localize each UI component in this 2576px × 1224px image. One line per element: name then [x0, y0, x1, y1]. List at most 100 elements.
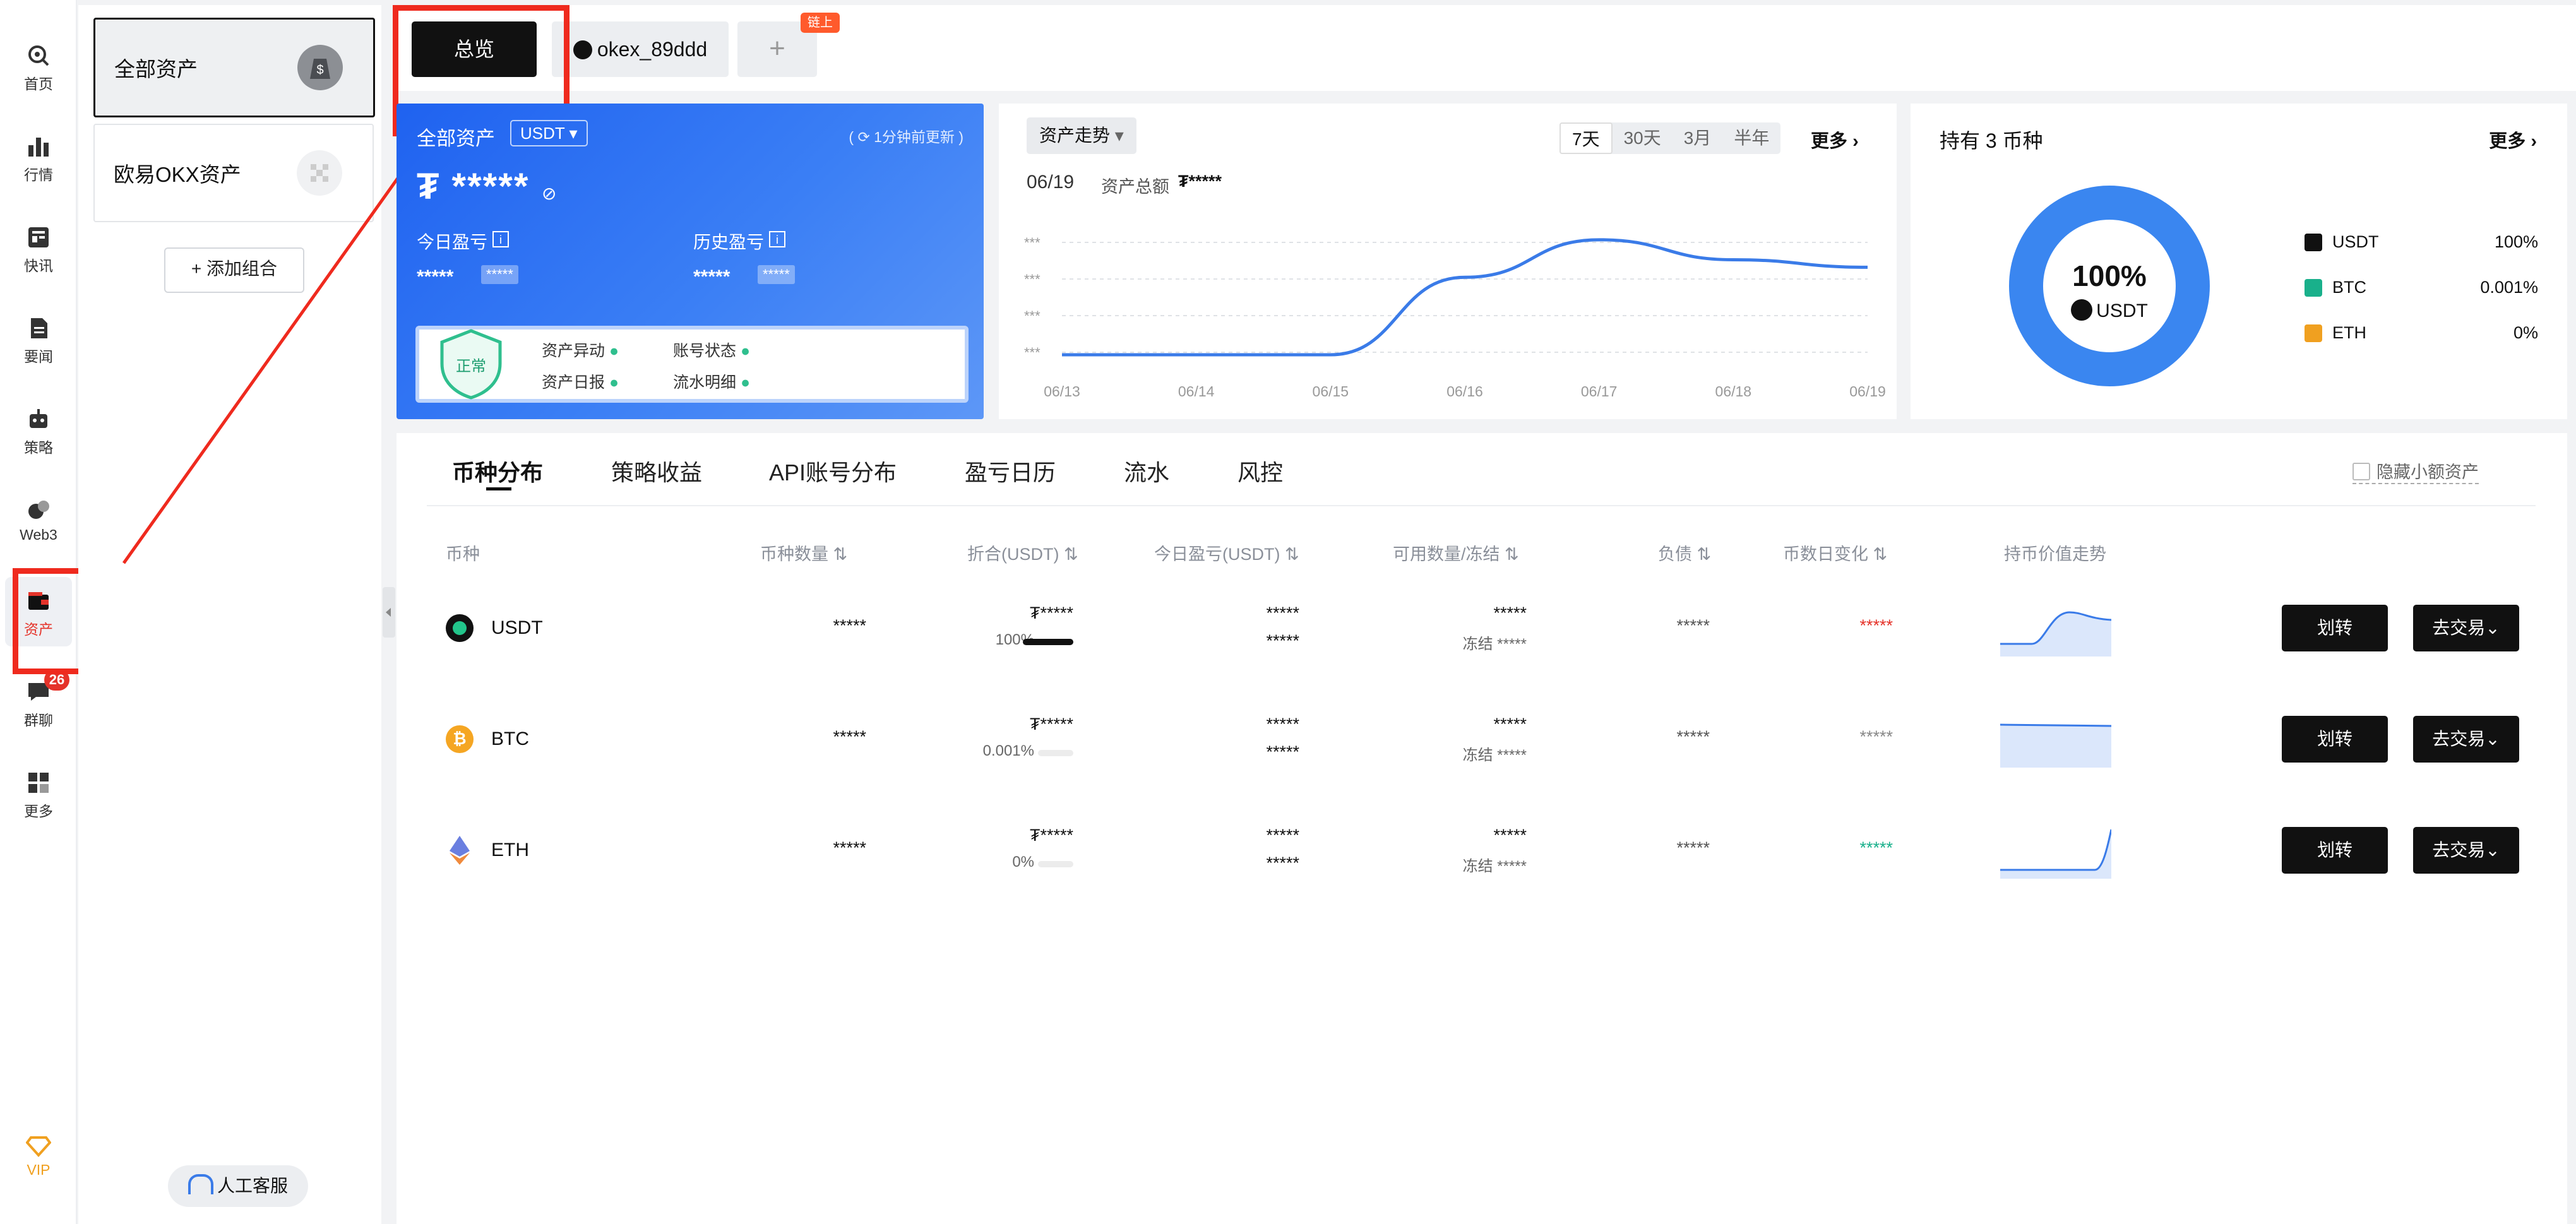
grid-icon: [28, 773, 49, 793]
legend-pct: 0.001%: [2480, 278, 2538, 297]
status-text: 正常: [456, 358, 486, 375]
today-pnl: *****: [1266, 603, 1299, 622]
add-portfolio-button[interactable]: + 添加组合: [164, 247, 304, 293]
nav-flash[interactable]: 快讯: [5, 213, 72, 283]
tab-account[interactable]: okex_89ddd: [552, 21, 729, 77]
tab-api-distribution[interactable]: API账号分布: [769, 455, 897, 487]
money-bag-icon: $: [297, 45, 343, 90]
nav-vip[interactable]: VIP: [5, 1121, 72, 1191]
usdt-coin-icon: [446, 614, 474, 642]
table-row: ₿ BTC ***** ₮***** 0.001% ***** ***** **…: [397, 698, 2567, 780]
asset-trend-card: 资产走势 ▾ 7天 30天 3月 半年 更多 › 06/19 资产总额 ₮***…: [999, 104, 1897, 419]
nav-web3[interactable]: Web3: [5, 486, 72, 556]
tab-strategy-profit[interactable]: 策略收益: [611, 455, 702, 487]
nav-more[interactable]: 更多: [5, 759, 72, 828]
x-tick-label: 06/13: [1044, 383, 1080, 400]
trade-button[interactable]: 去交易⌄: [2413, 605, 2519, 651]
info-icon[interactable]: i: [492, 231, 509, 247]
collapse-handle[interactable]: [383, 587, 395, 638]
nav-assets[interactable]: 资产: [5, 577, 72, 646]
transfer-button[interactable]: 划转: [2282, 827, 2388, 874]
tab-coin-distribution[interactable]: 币种分布: [452, 455, 543, 487]
nav-label: 快讯: [24, 258, 53, 274]
check-item[interactable]: 账号状态 ●: [673, 338, 750, 361]
customer-service-button[interactable]: 人工客服: [168, 1165, 308, 1207]
coin-value: ₮*****: [1029, 715, 1073, 734]
check-item[interactable]: 流水明细 ●: [673, 370, 750, 393]
legend-usdt: USDT 100%: [2305, 230, 2538, 255]
check-label: 资产异动: [542, 342, 605, 360]
trade-label: 去交易: [2432, 729, 2486, 749]
tab-risk[interactable]: 风控: [1237, 455, 1283, 487]
trade-button[interactable]: 去交易⌄: [2413, 716, 2519, 763]
trade-label: 去交易: [2432, 840, 2486, 860]
trend-chart: *** *** *** *** 06/13 06/14 06/15 06/16 06/17 06/…: [1024, 235, 1886, 400]
transfer-button[interactable]: 划转: [2282, 716, 2388, 763]
check-item[interactable]: 资产异动 ●: [542, 338, 619, 361]
currency-select[interactable]: USDT ▾: [510, 120, 588, 146]
hide-small-assets-toggle[interactable]: 隐藏小额资产: [2352, 458, 2479, 484]
document-icon: [31, 318, 47, 338]
header-debt[interactable]: 负债 ⇅: [1658, 540, 1711, 565]
header-available-frozen[interactable]: 可用数量/冻结 ⇅: [1393, 540, 1519, 565]
nav-chat[interactable]: 群聊 26: [5, 668, 72, 737]
header-value-usdt[interactable]: 折合(USDT) ⇅: [967, 540, 1078, 565]
btc-coin-icon: ₿: [446, 725, 474, 753]
header-daily-change[interactable]: 币数日变化 ⇅: [1783, 540, 1887, 565]
x-tick-label: 06/19: [1849, 383, 1886, 400]
holdings-more-label: 更多: [2489, 131, 2526, 152]
info-icon[interactable]: i: [769, 231, 785, 247]
nav-strategy[interactable]: 策略: [5, 395, 72, 465]
coin-value: ₮*****: [1029, 826, 1073, 845]
nav-label: Web3: [20, 526, 57, 543]
check-item[interactable]: 资产日报 ●: [542, 370, 619, 393]
portfolio-panel: 全部资产 $ 欧易OKX资产 + 添加组合 人工客服: [78, 5, 381, 1224]
history-pnl-value: *****: [693, 266, 730, 287]
portfolio-okx-assets[interactable]: 欧易OKX资产: [93, 124, 374, 222]
tab-pnl-calendar[interactable]: 盈亏日历: [965, 455, 1056, 487]
share-bar-fill: [1023, 639, 1073, 645]
holdings-more-link[interactable]: 更多 ›: [2489, 126, 2537, 153]
account-label: okex_89ddd: [597, 38, 708, 61]
nav-label: 行情: [24, 167, 53, 183]
share-bar: [1038, 750, 1073, 756]
holdings-title: 持有 3 币种: [1940, 129, 2043, 152]
chart-bars-icon: [28, 138, 49, 157]
nav-label: 首页: [24, 76, 53, 92]
chevron-left-icon: [386, 608, 391, 617]
check-circle-icon: ●: [740, 374, 751, 391]
nav-label: VIP: [27, 1162, 51, 1178]
nav-label: 群聊: [24, 712, 53, 728]
x-tick-label: 06/15: [1313, 383, 1349, 400]
tab-overview[interactable]: 总览: [412, 21, 537, 77]
header-quantity[interactable]: 币种数量 ⇅: [760, 540, 847, 565]
y-tick-label: ***: [1024, 308, 1041, 324]
wallet-icon: [28, 592, 49, 610]
nav-market[interactable]: 行情: [5, 122, 72, 192]
coin-quantity: *****: [833, 616, 866, 635]
okx-logo-icon: [297, 150, 342, 196]
y-tick-label: ***: [1024, 271, 1041, 287]
top-tabs-bar: 总览 okex_89ddd + 链上: [395, 5, 2576, 91]
nav-home[interactable]: 首页: [5, 32, 72, 101]
debt: *****: [1676, 616, 1710, 635]
nav-news[interactable]: 要闻: [5, 304, 72, 374]
legend-pct: 100%: [2494, 232, 2538, 251]
header-today-pnl[interactable]: 今日盈亏(USDT) ⇅: [1154, 540, 1299, 565]
eye-hidden-icon[interactable]: ⊘: [542, 183, 556, 204]
x-tick-label: 06/14: [1178, 383, 1215, 400]
tab-flow[interactable]: 流水: [1124, 455, 1169, 487]
transfer-button[interactable]: 划转: [2282, 605, 2388, 651]
trade-button[interactable]: 去交易⌄: [2413, 827, 2519, 874]
x-tick-label: 06/16: [1446, 383, 1483, 400]
portfolio-all-assets[interactable]: 全部资产 $: [93, 18, 375, 117]
nav-label: 更多: [24, 803, 53, 819]
sort-icon: ⇅: [833, 545, 848, 564]
frozen-qty: 冻结 *****: [1462, 858, 1527, 875]
update-time[interactable]: ( ⟳ 1分钟前更新 ): [849, 125, 963, 146]
sort-icon: ⇅: [1285, 545, 1299, 564]
eth-coin-icon: [450, 836, 470, 865]
icon-nav: 首页 行情 快讯 要闻 策略 Web3 资产 群聊 26 更多 VIP: [0, 0, 77, 1224]
legend-name: BTC: [2332, 278, 2366, 297]
debt: *****: [1676, 838, 1710, 857]
